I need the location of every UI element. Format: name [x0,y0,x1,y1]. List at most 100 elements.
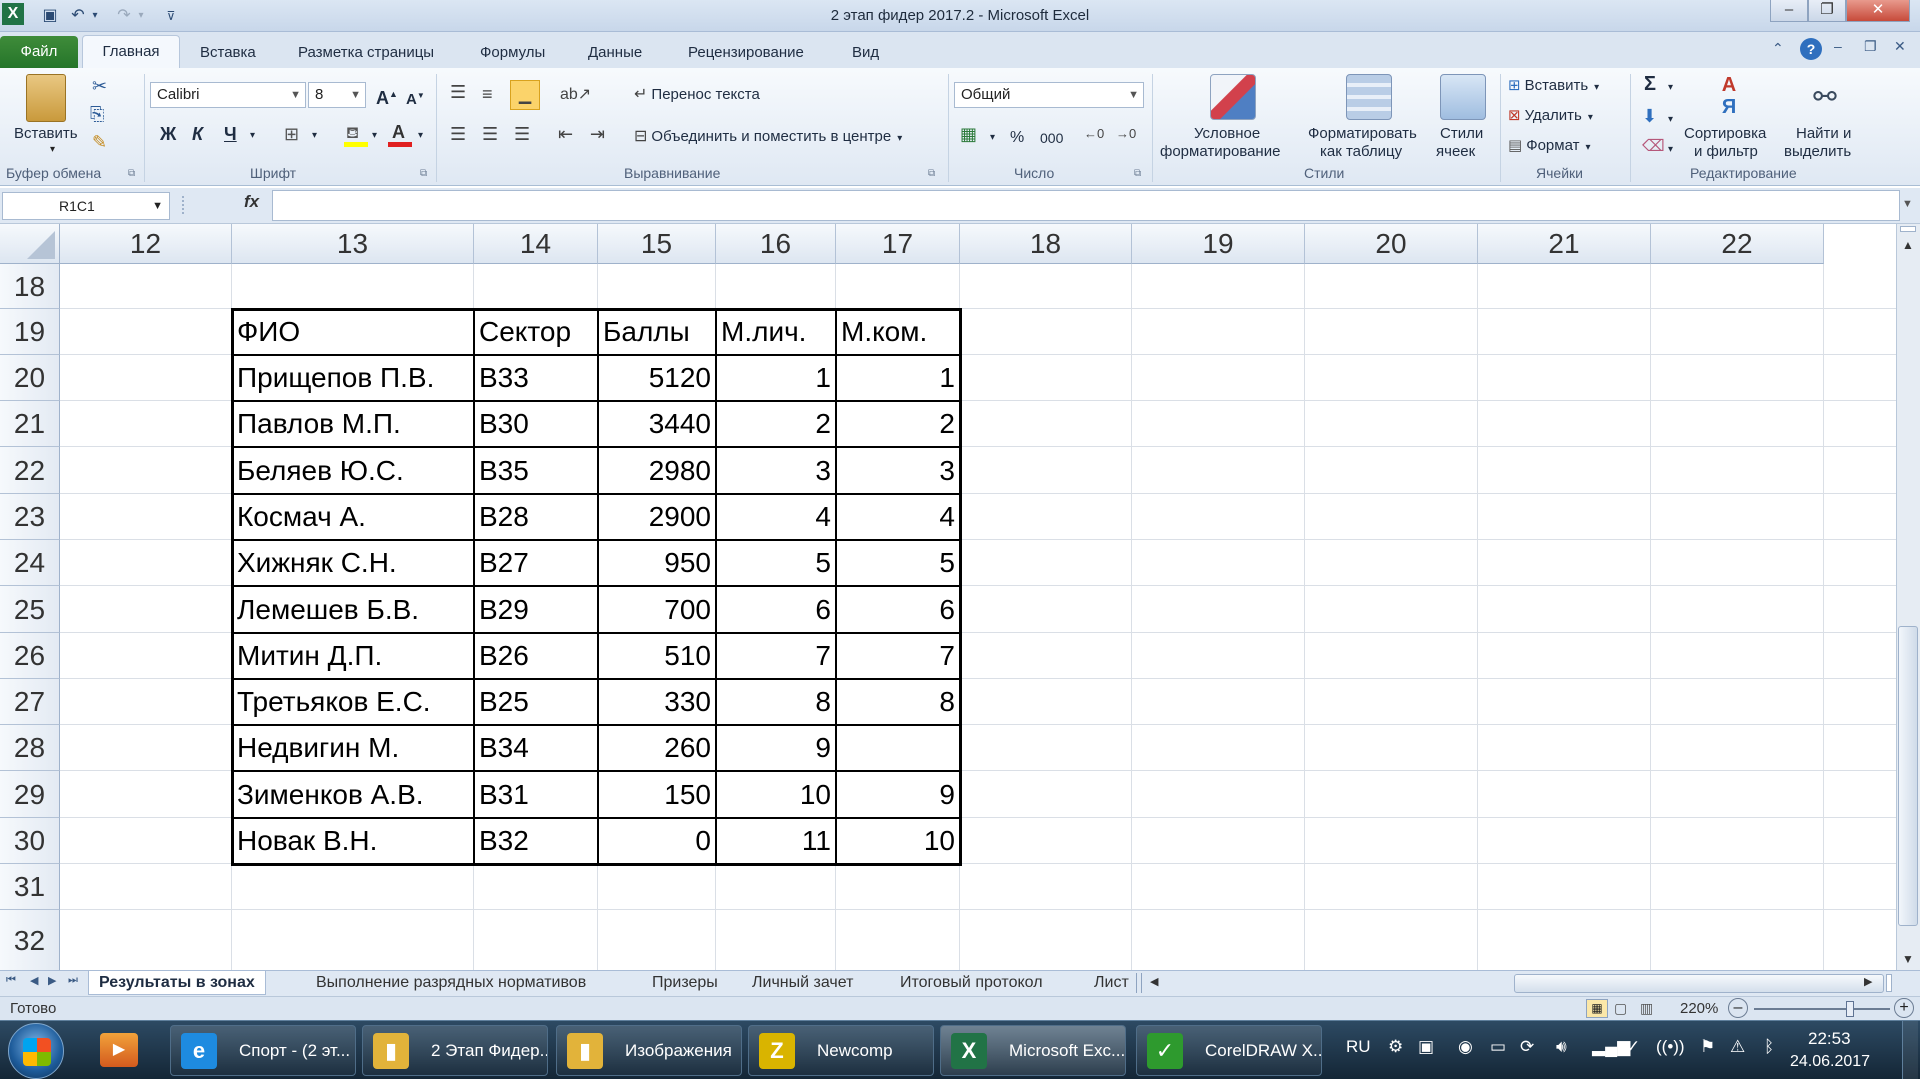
table-cell[interactable]: 510 [598,633,716,679]
column-header[interactable]: 17 [836,224,960,264]
table-cell[interactable]: В31 [474,771,598,818]
table-cell[interactable]: В32 [474,818,598,864]
table-cell[interactable]: 10 [836,818,960,864]
media-player-icon[interactable]: ▶ [100,1033,138,1067]
table-cell[interactable]: 8 [716,679,836,725]
italic-button[interactable]: К [192,124,203,144]
insert-function-button[interactable]: fx [244,192,259,212]
column-header[interactable]: 22 [1651,224,1824,264]
clipboard-dialog-icon[interactable]: ⧉ [128,168,135,179]
increase-indent-icon[interactable]: ⇥ [590,124,605,145]
row-header[interactable]: 23 [0,494,60,540]
borders-icon[interactable]: ⊞ [284,124,299,144]
scroll-down-icon[interactable]: ▼ [1902,952,1914,966]
decrease-decimal-icon[interactable]: →0 [1116,126,1136,141]
normal-view-icon[interactable]: ▦ [1586,999,1608,1018]
column-header[interactable]: 13 [232,224,474,264]
table-cell[interactable]: 5 [716,540,836,586]
table-cell[interactable]: 3 [716,447,836,494]
table-cell[interactable]: 3440 [598,401,716,447]
tab-insert[interactable]: Вставка [188,39,268,67]
tab-review[interactable]: Рецензирование [676,39,816,67]
scroll-up-icon[interactable]: ▲ [1902,238,1914,252]
row-header[interactable]: 29 [0,771,60,818]
scroll-right-icon[interactable]: ▶ [1864,975,1872,988]
font-name-combo[interactable]: Calibri ▼ [150,82,306,108]
column-header[interactable]: 15 [598,224,716,264]
autosum-dropdown-icon[interactable]: ▾ [1668,78,1673,98]
page-layout-view-icon[interactable]: ▢ [1614,1000,1627,1017]
table-cell[interactable]: Третьяков Е.С. [232,679,474,725]
row-header[interactable]: 31 [0,864,60,910]
start-button[interactable] [8,1023,64,1079]
increase-decimal-icon[interactable]: ←0 [1084,126,1104,141]
row-header[interactable]: 19 [0,309,60,355]
table-cell[interactable]: В25 [474,679,598,725]
table-cell[interactable]: 2980 [598,447,716,494]
table-cell[interactable]: В27 [474,540,598,586]
table-header-cell[interactable]: Сектор [474,309,598,355]
row-header[interactable]: 32 [0,910,60,972]
signal-icon[interactable]: ▂▄▆ [1592,1037,1630,1057]
align-center-icon[interactable]: ☰ [482,124,498,145]
table-cell[interactable]: 3 [836,447,960,494]
currency-format-icon[interactable]: ▦ [960,124,977,145]
tab-home[interactable]: Главная [82,35,180,69]
ribbon-collapse-icon[interactable]: ⌃ [1772,40,1784,57]
table-cell[interactable]: 0 [598,818,716,864]
table-cell[interactable]: Лемешев Б.В. [232,586,474,633]
language-indicator[interactable]: RU [1346,1037,1371,1057]
taskbar-button[interactable]: ▮ Изображения [556,1025,742,1076]
table-cell[interactable]: Космач А. [232,494,474,540]
table-cell[interactable]: 260 [598,725,716,771]
font-dialog-icon[interactable]: ⧉ [420,168,427,179]
table-cell[interactable]: 4 [716,494,836,540]
tray-alert-icon[interactable]: ⚠ [1730,1037,1745,1057]
align-right-icon[interactable]: ☰ [514,124,530,145]
table-cell[interactable]: В29 [474,586,598,633]
row-header[interactable]: 24 [0,540,60,586]
sheet-tab-final-protocol[interactable]: Итоговый протокол [890,971,1053,995]
bold-button[interactable]: Ж [160,124,176,144]
horizontal-scroll-thumb[interactable] [1514,974,1884,993]
decrease-indent-icon[interactable]: ⇤ [558,124,573,145]
formula-input[interactable] [272,190,1900,221]
tab-formulas[interactable]: Формулы [468,39,557,67]
table-cell[interactable]: В35 [474,447,598,494]
tab-file[interactable]: Файл [0,36,78,68]
orientation-icon[interactable]: ab↗ [560,84,591,104]
format-painter-icon[interactable]: ✎ [92,132,107,153]
table-cell[interactable]: В26 [474,633,598,679]
maximize-button[interactable]: ❐ [1808,0,1846,22]
currency-dropdown-icon[interactable]: ▾ [990,128,995,148]
table-cell[interactable]: 7 [836,633,960,679]
underline-button[interactable]: Ч [224,124,237,144]
taskbar-button[interactable]: Z Newcomp [748,1025,934,1076]
align-bottom-icon[interactable]: ▁ [510,80,540,110]
clear-dropdown-icon[interactable]: ▾ [1668,140,1673,160]
table-cell[interactable]: 9 [716,725,836,771]
align-left-icon[interactable]: ☰ [450,124,466,145]
sheet-tab-rank-norms[interactable]: Выполнение разрядных нормативов [306,971,596,995]
column-header[interactable]: 21 [1478,224,1651,264]
row-header[interactable]: 26 [0,633,60,679]
clock-date[interactable]: 24.06.2017 [1790,1053,1870,1071]
table-header-cell[interactable]: Баллы [598,309,716,355]
taskbar-button[interactable]: e Спорт - (2 эт... [170,1025,356,1076]
table-cell[interactable]: Недвигин М. [232,725,474,771]
table-cell[interactable]: Новак В.Н. [232,818,474,864]
split-box-icon[interactable] [1900,226,1916,232]
cell-styles-button[interactable]: Стили ячеек [1434,72,1494,164]
wireless-icon[interactable]: ((•)) [1656,1037,1685,1057]
thousands-separator-button[interactable]: 000 [1040,128,1063,148]
last-sheet-icon[interactable]: ⏭ [68,974,78,987]
row-header[interactable]: 22 [0,447,60,494]
fill-color-dropdown-icon[interactable]: ▾ [372,126,377,146]
workbook-restore-icon[interactable]: ❐ [1864,38,1877,55]
table-cell[interactable]: 7 [716,633,836,679]
tray-app-icon[interactable]: ▣ [1418,1037,1434,1057]
taskbar-button[interactable]: ✓ CorelDRAW X... [1136,1025,1322,1076]
zoom-slider-track[interactable] [1754,1001,1890,1017]
table-cell[interactable]: В28 [474,494,598,540]
find-select-button[interactable]: ⚯ Найти и выделить [1782,72,1868,164]
